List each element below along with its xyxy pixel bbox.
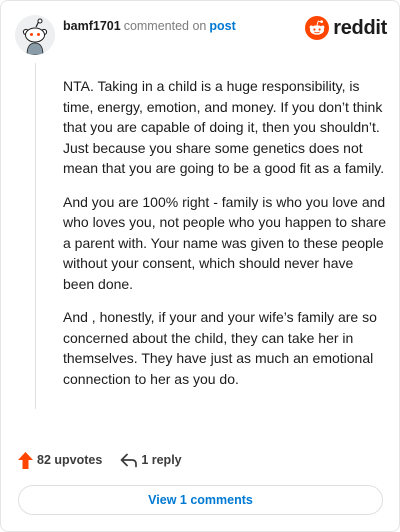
upvote-count: 82 upvotes: [37, 453, 103, 467]
comment-header: bamf1701 commented on post reddit: [15, 15, 387, 55]
reply-button[interactable]: 1 reply: [120, 453, 182, 468]
snoo-avatar-icon[interactable]: [15, 15, 55, 55]
reply-count: 1 reply: [141, 453, 182, 467]
reddit-brand[interactable]: reddit: [305, 16, 387, 40]
username-link[interactable]: bamf1701: [63, 19, 121, 33]
post-link[interactable]: post: [209, 19, 235, 33]
comment-paragraph: And , honestly, if your and your wife’s …: [63, 309, 377, 387]
comment-paragraph: And you are 100% right - family is who y…: [63, 193, 387, 292]
thread-line[interactable]: [35, 63, 36, 409]
commented-on-label: commented on: [123, 19, 207, 33]
comment-body: NTA. Taking in a child is a huge respons…: [63, 76, 387, 402]
reddit-wordmark: reddit: [333, 16, 387, 39]
view-comments-button[interactable]: View 1 comments: [18, 485, 383, 515]
upvote-button[interactable]: 82 upvotes: [18, 451, 103, 469]
comment-byline: bamf1701 commented on post: [63, 19, 236, 33]
comment-paragraph: NTA. Taking in a child is a huge respons…: [63, 78, 385, 176]
reply-arrow-icon: [120, 453, 138, 467]
comment-actions: 82 upvotes 1 reply: [18, 450, 182, 470]
reddit-logo-icon: [305, 16, 330, 40]
upvote-arrow-icon: [18, 451, 33, 469]
comment-card: bamf1701 commented on post reddit NTA. Tak…: [0, 0, 400, 532]
